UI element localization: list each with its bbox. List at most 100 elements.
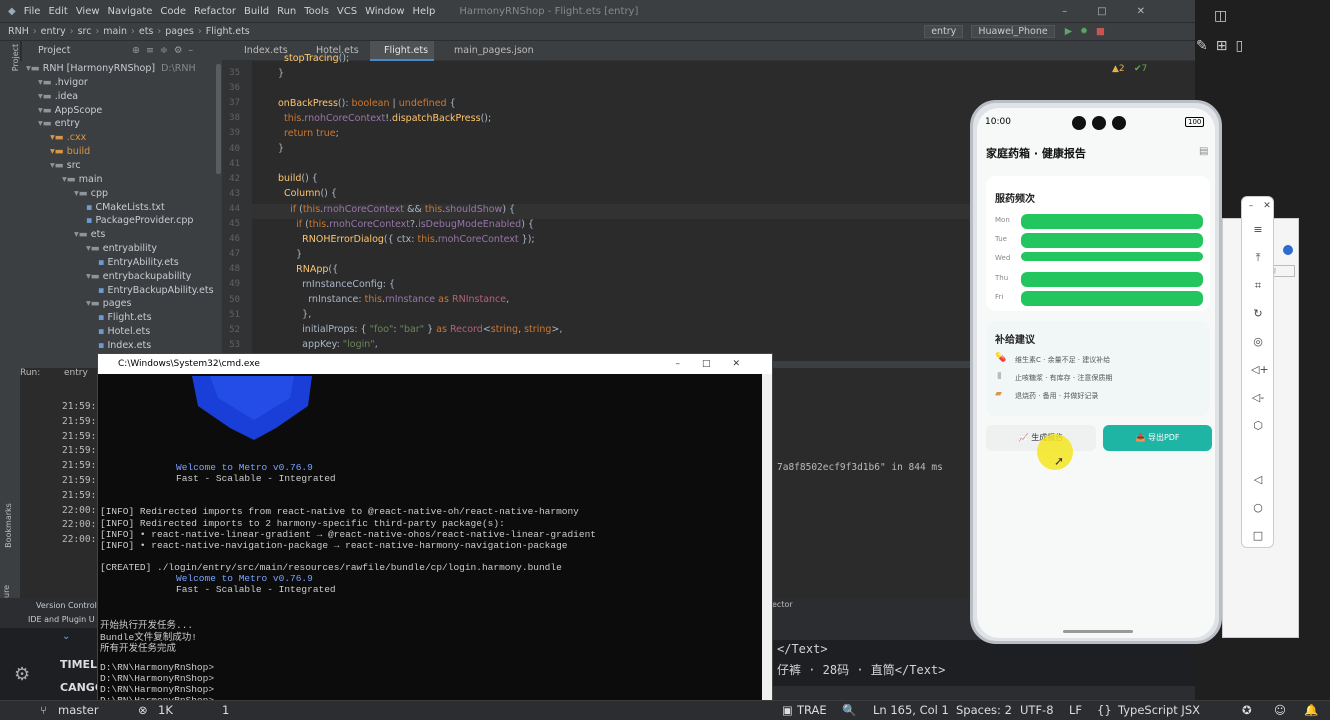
tree-item[interactable]: ▾▬ AppScope <box>38 104 102 118</box>
account-icon[interactable]: ☺ <box>1274 703 1286 717</box>
problem-count[interactable]: 1K <box>158 703 173 717</box>
cmd-scrollbar[interactable] <box>762 374 772 704</box>
tree-item[interactable]: ▾▬ ets <box>74 228 105 242</box>
screenshot-icon[interactable]: ⬡ <box>1251 419 1265 433</box>
copilot-icon[interactable]: ✪ <box>1242 703 1252 717</box>
cursor-position[interactable]: Ln 165, Col 1 <box>873 703 949 717</box>
location-icon[interactable]: ◎ <box>1251 335 1265 349</box>
menu-icon[interactable]: ≡ <box>1251 223 1265 237</box>
tree-item[interactable]: ▪ CMakeLists.txt <box>86 201 165 215</box>
breadcrumb-pages[interactable]: pages <box>165 26 194 37</box>
close-icon[interactable]: ✕ <box>1260 199 1274 213</box>
version-control-item[interactable]: Version Control <box>36 601 97 610</box>
tree-item[interactable]: ▾▬ RNH [HarmonyRNShop] D:\RNH <box>26 62 196 76</box>
tree-item[interactable]: ▾▬ .idea <box>38 90 78 104</box>
tree-item[interactable]: ▾▬ main <box>62 173 103 187</box>
ide-name[interactable]: TRAE <box>797 703 827 717</box>
tree-item[interactable]: ▾▬ src <box>50 159 81 173</box>
menu-vcs[interactable]: VCS <box>333 6 361 17</box>
run-icon[interactable]: ▶ <box>1065 26 1072 37</box>
breadcrumb-entry[interactable]: entry <box>41 26 66 37</box>
menu-run[interactable]: Run <box>273 6 300 17</box>
tree-item[interactable]: ▾▬ build <box>50 145 90 159</box>
breadcrumb-file[interactable]: Flight.ets <box>206 26 250 37</box>
menu-file[interactable]: File <box>20 6 45 17</box>
window-controls[interactable]: –□✕ <box>1062 6 1175 17</box>
tree-item[interactable]: ▪ EntryBackupAbility.ets <box>98 284 214 298</box>
tree-item[interactable]: ▾▬ pages <box>86 297 131 311</box>
volume-down-icon[interactable]: ◁- <box>1251 391 1265 405</box>
tree-item[interactable]: ▪ Hotel.ets <box>98 325 150 339</box>
run-log-time: 22:00: <box>62 519 97 531</box>
breadcrumb-main[interactable]: main <box>103 26 127 37</box>
indentation[interactable]: Spaces: 2 <box>956 703 1012 717</box>
device-select[interactable]: Huawei_Phone <box>971 25 1055 38</box>
tree-item[interactable]: ▪ Index.ets <box>98 339 151 353</box>
project-scrollbar[interactable] <box>216 64 221 174</box>
menu-window[interactable]: Window <box>361 6 408 17</box>
menu-help[interactable]: Help <box>409 6 440 17</box>
tree-item[interactable]: ▾▬ .hvigor <box>38 76 88 90</box>
tree-item[interactable]: ▾▬ entrybackupability <box>86 270 191 284</box>
tree-item[interactable]: ▾▬ .cxx <box>50 131 86 145</box>
project-tool-icons[interactable]: ⊕≡≑⚙– <box>132 41 199 61</box>
zoom-icon[interactable]: 🔍 <box>842 703 856 717</box>
inspector-label[interactable]: ector <box>772 600 793 609</box>
layout-icon[interactable]: ◫ <box>1214 8 1227 24</box>
encoding[interactable]: UTF-8 <box>1020 703 1054 717</box>
bookmarks-tool-tab[interactable]: Bookmarks <box>4 503 13 548</box>
stop-icon[interactable]: ■ <box>1096 26 1105 37</box>
menu-refactor[interactable]: Refactor <box>190 6 240 17</box>
tree-item[interactable]: ▪ Flight.ets <box>98 311 152 325</box>
breadcrumb-root[interactable]: RNH <box>8 26 29 37</box>
git-branch[interactable]: master <box>58 703 99 717</box>
menu-navigate[interactable]: Navigate <box>104 6 157 17</box>
ide-plugin-item[interactable]: IDE and Plugin U <box>28 615 95 624</box>
tree-item[interactable]: ▾▬ entryability <box>86 242 157 256</box>
help-icon[interactable] <box>1283 245 1293 255</box>
menu-build[interactable]: Build <box>240 6 273 17</box>
tree-item-label: entryability <box>102 243 158 255</box>
line-ending[interactable]: LF <box>1069 703 1082 717</box>
tab-main-pages[interactable]: main_pages.json <box>440 41 534 61</box>
menu-tools[interactable]: Tools <box>300 6 333 17</box>
back-icon[interactable]: ◁ <box>1251 473 1265 487</box>
weak-warning-count[interactable]: ✔7 <box>1134 64 1147 74</box>
crop-icon[interactable]: ⌗ <box>1251 279 1265 293</box>
rotate-icon[interactable]: ↻ <box>1251 307 1265 321</box>
tree-item[interactable]: ▪ EntryAbility.ets <box>98 256 179 270</box>
chevron-down-icon[interactable]: ⌄ <box>62 631 70 642</box>
minimize-icon[interactable]: – <box>1244 199 1258 213</box>
menu-edit[interactable]: Edit <box>44 6 71 17</box>
volume-up-icon[interactable]: ◁+ <box>1251 363 1269 377</box>
breadcrumb-src[interactable]: src <box>78 26 92 37</box>
project-view-select[interactable]: Project <box>38 45 71 56</box>
project-tool-tab[interactable]: Project <box>11 44 20 71</box>
recents-icon[interactable]: □ <box>1251 529 1265 543</box>
warning-count[interactable]: ▲2 <box>1112 64 1125 74</box>
right-toolbar-icons[interactable]: ✎⊞▯ <box>1196 38 1251 54</box>
tab-flight[interactable]: Flight.ets <box>370 41 434 61</box>
tree-item-timeline[interactable]: TIMEL <box>60 658 97 671</box>
run-config-select[interactable]: entry <box>924 25 964 38</box>
run-tab-entry[interactable]: entry <box>64 368 88 378</box>
branch-icon[interactable]: ⑂ <box>40 703 47 717</box>
notification-icon[interactable]: 🔔 <box>1304 703 1318 717</box>
home-icon[interactable]: ○ <box>1251 501 1265 515</box>
tree-item[interactable]: ▾▬ cpp <box>74 187 108 201</box>
upload-icon[interactable]: ⤒ <box>1251 251 1265 265</box>
cmd-window-controls[interactable]: –□✕ <box>675 354 762 374</box>
debug-icon[interactable]: ✹ <box>1080 26 1088 37</box>
share-icon[interactable]: ▤ <box>1199 146 1208 157</box>
menu-view[interactable]: View <box>72 6 104 17</box>
tree-item[interactable]: ▾▬ entry <box>38 117 80 131</box>
warning-status[interactable]: 1 <box>222 703 229 717</box>
breadcrumb-ets[interactable]: ets <box>139 26 154 37</box>
emulator-toolbar: – ✕ ≡ ⤒ ⌗ ↻ ◎ ◁+ ◁- ⬡ ◁ ○ □ <box>1241 196 1274 548</box>
language-mode[interactable]: TypeScript JSX <box>1118 703 1200 717</box>
settings-gear-icon[interactable]: ⚙ <box>14 664 30 685</box>
export-pdf-button[interactable]: 📥 导出PDF <box>1103 425 1212 451</box>
home-indicator[interactable] <box>1063 630 1133 633</box>
tree-item[interactable]: ▪ PackageProvider.cpp <box>86 214 193 228</box>
menu-code[interactable]: Code <box>156 6 190 17</box>
